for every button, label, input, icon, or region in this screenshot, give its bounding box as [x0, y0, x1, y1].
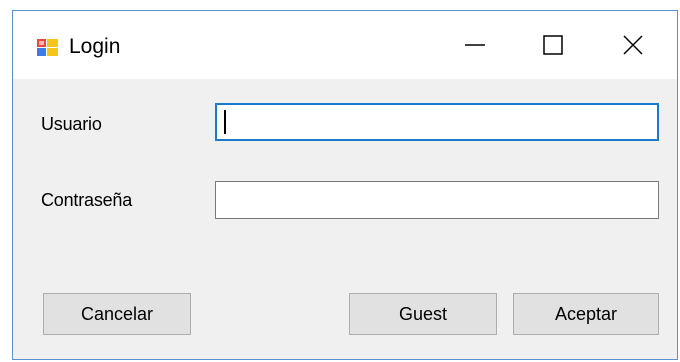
cancel-button[interactable]: Cancelar	[43, 293, 191, 335]
window-title: Login	[69, 35, 121, 58]
winforms-app-icon	[37, 39, 58, 56]
accept-button[interactable]: Aceptar	[513, 293, 659, 335]
usuario-label: Usuario	[41, 114, 102, 134]
close-button[interactable]	[593, 11, 673, 79]
contrasena-label: Contraseña	[41, 190, 133, 210]
text-caret	[224, 110, 226, 134]
maximize-button[interactable]	[513, 11, 593, 79]
usuario-input[interactable]	[215, 103, 659, 141]
minimize-button[interactable]	[435, 11, 515, 79]
minimize-icon	[465, 44, 485, 46]
desktop: Login Usuario Contraseña Cancelar Guest …	[0, 0, 680, 362]
login-window: Login Usuario Contraseña Cancelar Guest …	[12, 10, 678, 360]
contrasena-input[interactable]	[215, 181, 659, 219]
guest-button[interactable]: Guest	[349, 293, 497, 335]
close-icon	[623, 35, 643, 55]
maximize-icon	[543, 35, 563, 55]
title-bar[interactable]: Login	[13, 11, 677, 79]
